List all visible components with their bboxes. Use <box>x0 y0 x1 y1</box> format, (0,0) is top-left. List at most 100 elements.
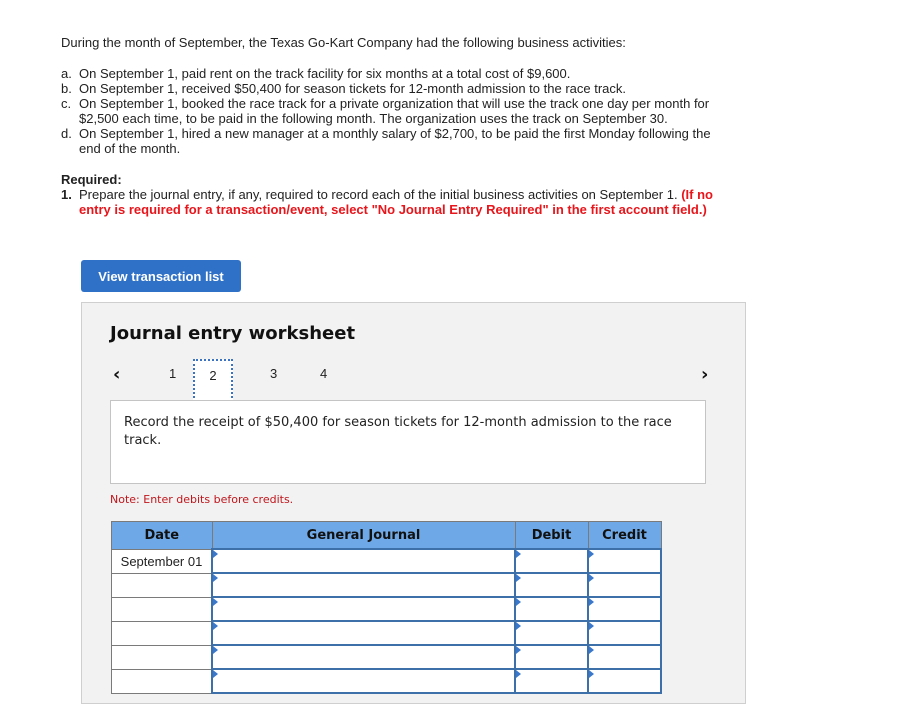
problem-intro: During the month of September, the Texas… <box>61 35 626 50</box>
required-item: 1. Prepare the journal entry, if any, re… <box>61 187 721 217</box>
account-input-cell[interactable] <box>211 572 516 598</box>
dropdown-marker-icon <box>516 670 521 678</box>
dropdown-marker-icon <box>516 646 521 654</box>
header-credit: Credit <box>587 521 662 550</box>
debit-input[interactable] <box>516 574 587 596</box>
dropdown-marker-icon <box>516 622 521 630</box>
activity-item: c. On September 1, booked the race track … <box>61 96 721 126</box>
credit-input[interactable] <box>589 550 660 572</box>
transaction-description: Record the receipt of $50,400 for season… <box>110 400 706 484</box>
required-title: Required: <box>61 172 122 187</box>
header-debit: Debit <box>514 521 589 550</box>
dropdown-marker-icon <box>516 598 521 606</box>
credit-input-cell[interactable] <box>587 620 662 646</box>
worksheet-title: Journal entry worksheet <box>110 323 356 344</box>
dropdown-marker-icon <box>213 574 218 582</box>
credit-input-cell[interactable] <box>587 596 662 622</box>
credit-input[interactable] <box>589 670 660 692</box>
dropdown-marker-icon <box>589 574 594 582</box>
account-input-cell[interactable] <box>211 620 516 646</box>
chevron-left-icon[interactable]: ‹ <box>113 364 120 385</box>
required-section: Required: 1. Prepare the journal entry, … <box>61 172 721 217</box>
table-row <box>111 620 662 646</box>
credit-input-cell[interactable] <box>587 548 662 574</box>
dropdown-marker-icon <box>589 670 594 678</box>
table-row <box>111 644 662 670</box>
table-row: September 01 <box>111 548 662 574</box>
page-tab-4[interactable]: 4 <box>320 366 327 381</box>
debit-input-cell[interactable] <box>514 668 589 694</box>
activity-label: d. <box>61 126 72 141</box>
dropdown-marker-icon <box>516 574 521 582</box>
account-input-cell[interactable] <box>211 644 516 670</box>
table-row <box>111 572 662 598</box>
activity-text: On September 1, hired a new manager at a… <box>79 126 711 156</box>
debit-input-cell[interactable] <box>514 596 589 622</box>
credit-input-cell[interactable] <box>587 668 662 694</box>
date-cell <box>111 644 213 670</box>
required-text: Prepare the journal entry, if any, requi… <box>79 187 678 202</box>
credit-input[interactable] <box>589 622 660 644</box>
dropdown-marker-icon <box>213 622 218 630</box>
activity-label: b. <box>61 81 72 96</box>
date-cell <box>111 668 213 694</box>
credit-input[interactable] <box>589 574 660 596</box>
credit-input[interactable] <box>589 598 660 620</box>
credit-input-cell[interactable] <box>587 572 662 598</box>
debit-credit-note: Note: Enter debits before credits. <box>110 493 294 506</box>
dropdown-marker-icon <box>213 598 218 606</box>
credit-input-cell[interactable] <box>587 644 662 670</box>
debit-input[interactable] <box>516 622 587 644</box>
debit-input-cell[interactable] <box>514 548 589 574</box>
dropdown-marker-icon <box>589 550 594 558</box>
account-input-cell[interactable] <box>211 548 516 574</box>
date-cell <box>111 572 213 598</box>
account-input[interactable] <box>213 646 514 668</box>
page-tab-3[interactable]: 3 <box>270 366 277 381</box>
debit-input-cell[interactable] <box>514 620 589 646</box>
account-input-cell[interactable] <box>211 668 516 694</box>
header-date: Date <box>111 521 213 550</box>
account-input[interactable] <box>213 622 514 644</box>
date-cell <box>111 596 213 622</box>
activity-item: b. On September 1, received $50,400 for s… <box>61 81 721 96</box>
chevron-right-icon[interactable]: › <box>701 364 708 385</box>
activity-text: On September 1, paid rent on the track f… <box>79 66 571 81</box>
date-cell <box>111 620 213 646</box>
debit-input[interactable] <box>516 670 587 692</box>
dropdown-marker-icon <box>213 646 218 654</box>
activity-list: a. On September 1, paid rent on the track… <box>61 66 721 156</box>
activity-label: c. <box>61 96 72 111</box>
activity-label: a. <box>61 66 72 81</box>
debit-input[interactable] <box>516 550 587 572</box>
account-input[interactable] <box>213 550 514 572</box>
page-tab-1[interactable]: 1 <box>169 366 176 381</box>
dropdown-marker-icon <box>589 598 594 606</box>
page-tab-2-active[interactable]: 2 <box>193 359 233 402</box>
activity-text: On September 1, booked the race track fo… <box>79 96 710 126</box>
dropdown-marker-icon <box>589 646 594 654</box>
dropdown-marker-icon <box>516 550 521 558</box>
debit-input[interactable] <box>516 646 587 668</box>
journal-table: Date General Journal Debit Credit Septem… <box>111 521 662 694</box>
account-input[interactable] <box>213 574 514 596</box>
journal-entry-worksheet: Journal entry worksheet ‹ 1 2 3 4 › Reco… <box>81 302 746 704</box>
table-row <box>111 668 662 694</box>
activity-item: d. On September 1, hired a new manager at… <box>61 126 721 156</box>
activity-item: a. On September 1, paid rent on the track… <box>61 66 721 81</box>
required-number: 1. <box>61 187 72 202</box>
debit-input[interactable] <box>516 598 587 620</box>
credit-input[interactable] <box>589 646 660 668</box>
debit-input-cell[interactable] <box>514 572 589 598</box>
debit-input-cell[interactable] <box>514 644 589 670</box>
header-general-journal: General Journal <box>211 521 516 550</box>
dropdown-marker-icon <box>589 622 594 630</box>
activity-text: On September 1, received $50,400 for sea… <box>79 81 627 96</box>
view-transaction-list-button[interactable]: View transaction list <box>81 260 241 292</box>
account-input-cell[interactable] <box>211 596 516 622</box>
account-input[interactable] <box>213 598 514 620</box>
table-header-row: Date General Journal Debit Credit <box>111 521 662 550</box>
account-input[interactable] <box>213 670 514 692</box>
dropdown-marker-icon <box>213 550 218 558</box>
date-cell: September 01 <box>111 548 213 574</box>
